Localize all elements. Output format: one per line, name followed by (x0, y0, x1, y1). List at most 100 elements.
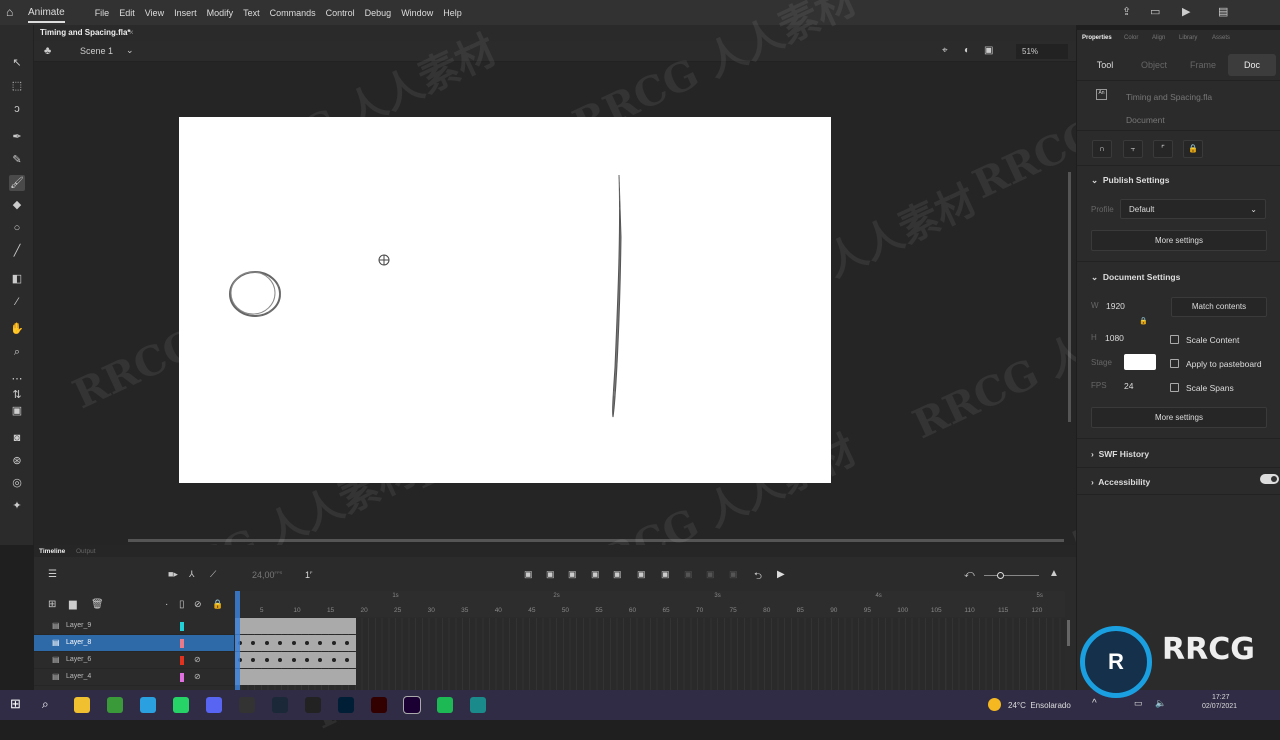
layer-row[interactable]: ▤ Layer_6 ⊘ (34, 652, 234, 669)
publish-more-settings-button[interactable]: More settings (1091, 230, 1267, 251)
fps-display[interactable]: 24,00FPS (252, 570, 282, 580)
keyframe-dot[interactable] (318, 641, 323, 645)
brush-icon[interactable]: ✎ (9, 152, 25, 168)
close-icon[interactable]: × (129, 28, 134, 37)
layer-color[interactable] (180, 656, 184, 665)
parenting-icon[interactable]: ⅄ (189, 569, 195, 580)
zoom-icon[interactable]: ⌕ (9, 344, 25, 360)
keyframe-dot[interactable] (305, 658, 309, 662)
document-settings-header[interactable]: ⌄ Document Settings (1091, 272, 1180, 283)
tab-assets[interactable]: Assets (1212, 35, 1230, 41)
keyframe-dot[interactable] (331, 658, 336, 662)
layer-color[interactable] (180, 622, 184, 631)
window-icon[interactable]: ▭ (1150, 5, 1160, 18)
keyframe-dot[interactable] (345, 658, 350, 662)
clear-keyframe-icon[interactable]: ▣ (591, 569, 600, 580)
keyframe-dot[interactable] (251, 641, 256, 645)
bone-icon[interactable]: ✦ (9, 498, 25, 514)
tab-timeline[interactable]: Timeline (39, 548, 65, 555)
accessibility-toggle[interactable] (1260, 474, 1279, 484)
graph-icon[interactable]: ⟋ (210, 569, 216, 580)
tab-align[interactable]: Align (1152, 35, 1165, 41)
snap-button[interactable]: ∩ (1092, 140, 1112, 158)
layer-name[interactable]: Layer_4 (66, 673, 91, 680)
swap-colors-icon[interactable]: ⇅ (9, 387, 25, 403)
zoom-slider[interactable] (984, 572, 1039, 579)
lasso-icon[interactable]: ↄ (9, 101, 25, 117)
layers-icon[interactable]: ☰ (48, 569, 57, 580)
edit-multiple-icon[interactable]: ▣ (661, 569, 670, 580)
animate-icon[interactable] (403, 696, 421, 714)
hand-icon[interactable]: ✋ (9, 321, 25, 337)
stroke-fill-icon[interactable]: ▣ (9, 403, 25, 419)
line-icon[interactable]: ╱ (9, 243, 25, 259)
tray-chevron-icon[interactable]: ^ (1092, 698, 1097, 709)
menu-commands[interactable]: Commands (270, 8, 316, 18)
folder-icon[interactable]: ▆ (69, 599, 77, 610)
timeline-scrollbar[interactable] (1067, 620, 1070, 646)
height-field[interactable]: 1080 (1105, 333, 1124, 343)
network-icon[interactable]: ▭ (1134, 698, 1143, 709)
lock-icon[interactable]: 🔒 (212, 599, 223, 610)
link-dimensions-icon[interactable]: 🔒 (1139, 317, 1148, 325)
keyframe-dot[interactable] (251, 658, 256, 662)
layer-name[interactable]: Layer_6 (66, 656, 91, 663)
keyframe-dot[interactable] (264, 641, 269, 645)
segment-tool[interactable]: Tool (1081, 54, 1129, 76)
app2-icon[interactable] (470, 697, 486, 713)
camera-icon[interactable]: ■▸ (168, 569, 178, 580)
frame-span[interactable] (235, 669, 356, 685)
frame-span[interactable] (235, 618, 356, 634)
clip-icon[interactable]: ◐ (964, 45, 970, 56)
file-explorer-icon[interactable] (74, 697, 90, 713)
frame-display[interactable]: 1F (305, 570, 312, 580)
menu-insert[interactable]: Insert (174, 8, 197, 18)
menu-view[interactable]: View (145, 8, 164, 18)
hidden-icon[interactable]: ⊘ (194, 672, 201, 681)
profile-select[interactable]: Default ⌄ (1120, 199, 1266, 219)
segment-frame[interactable]: Frame (1179, 54, 1227, 76)
keyframe-dot[interactable] (318, 658, 323, 662)
keyframe-dot[interactable] (278, 641, 283, 645)
keyframe-dot[interactable] (345, 641, 350, 645)
menu-file[interactable]: File (95, 8, 110, 18)
selection-icon[interactable]: ↖ (9, 55, 25, 71)
doc-more-settings-button[interactable]: More settings (1091, 407, 1267, 428)
keyframe-dot[interactable] (278, 658, 283, 662)
tween-1-icon[interactable]: ▣ (684, 569, 693, 580)
stage-scrollbar[interactable] (1068, 172, 1071, 422)
layer-name[interactable]: Layer_9 (66, 622, 91, 629)
epic-games-icon[interactable] (239, 697, 255, 713)
keyframe-dot[interactable] (264, 658, 269, 662)
eraser-icon[interactable]: ◆ (9, 197, 25, 213)
guides-button[interactable]: ⫟ (1123, 140, 1143, 158)
delete-frame-icon[interactable]: ▣ (613, 569, 622, 580)
lock-button[interactable]: 🔒 (1183, 140, 1203, 158)
tab-color[interactable]: Color (1124, 35, 1138, 41)
steam-icon[interactable] (272, 697, 288, 713)
insert-keyframe-icon[interactable]: ▣ (524, 569, 533, 580)
layer-name[interactable]: Layer_8 (66, 639, 91, 646)
frame-grid[interactable] (235, 618, 1065, 690)
tab-library[interactable]: Library (1179, 35, 1197, 41)
width-field[interactable]: 1920 (1106, 301, 1125, 311)
delete-icon[interactable]: 🗑 (91, 599, 104, 610)
volume-icon[interactable]: 🔈 (1155, 698, 1166, 709)
scale-spans-checkbox[interactable] (1170, 383, 1179, 392)
stage[interactable] (179, 117, 831, 483)
home-icon[interactable]: ⌂ (6, 5, 13, 19)
fit-icon[interactable]: ▣ (984, 45, 993, 56)
match-contents-button[interactable]: Match contents (1171, 297, 1267, 317)
layer-row[interactable]: ▤ Layer_4 ⊘ (34, 669, 234, 686)
segment-object[interactable]: Object (1130, 54, 1178, 76)
frame-span[interactable] (235, 652, 356, 668)
tab-output[interactable]: Output (76, 548, 96, 555)
menu-modify[interactable]: Modify (207, 8, 234, 18)
illustrator-icon[interactable] (371, 697, 387, 713)
layer-row[interactable]: ▤ Layer_8 (34, 635, 234, 652)
rulers-button[interactable]: ⌜ (1153, 140, 1173, 158)
publish-settings-header[interactable]: ⌄ Publish Settings (1091, 175, 1169, 186)
asset-warp-icon[interactable]: ⊛ (9, 453, 25, 469)
more-icon[interactable]: ⋯ (9, 371, 25, 387)
test-movie-icon[interactable]: ▶ (1182, 5, 1190, 18)
